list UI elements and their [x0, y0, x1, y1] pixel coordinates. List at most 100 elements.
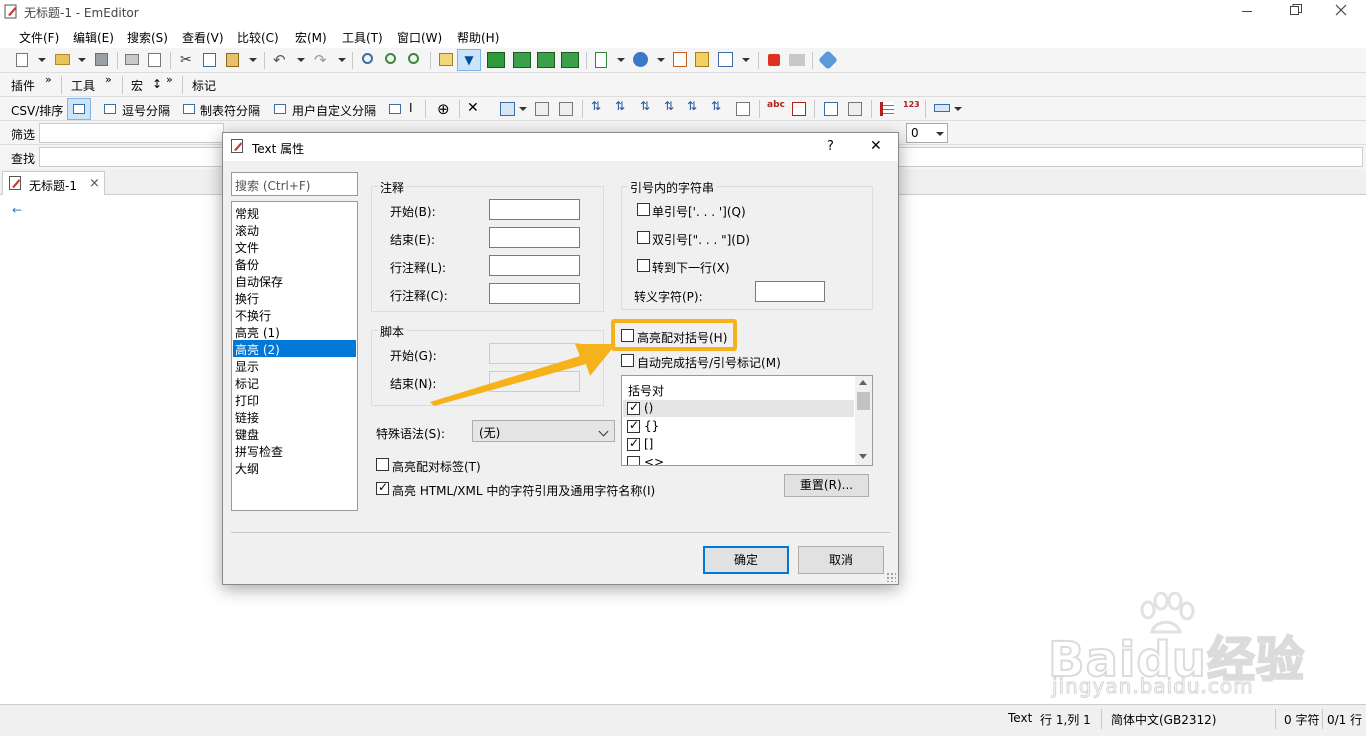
copy-icon[interactable] [203, 53, 216, 67]
view-sync-icon[interactable] [561, 52, 579, 68]
globe-icon[interactable] [633, 52, 648, 67]
cancel-button[interactable]: 取消 [798, 546, 884, 574]
close-icon[interactable] [1335, 4, 1347, 16]
category-item-print[interactable]: 打印 [233, 391, 356, 408]
outline-expand-icon[interactable] [848, 102, 862, 116]
chevron-down-icon[interactable] [338, 58, 346, 62]
tab-untitled-1[interactable]: 无标题-1 × [2, 171, 105, 195]
run-macro-icon[interactable] [789, 54, 805, 66]
category-item-highlight-2[interactable]: 高亮 (2) [233, 340, 356, 357]
spell-table-icon[interactable] [792, 102, 806, 116]
status-type[interactable]: Text [1008, 711, 1032, 725]
reset-button[interactable]: 重置(R)... [784, 474, 869, 497]
redo-icon[interactable]: ↷ [314, 51, 327, 69]
sort-num-icon[interactable]: ⇅ [640, 99, 650, 113]
category-item-general[interactable]: 常规 [233, 204, 356, 221]
overflow-icon[interactable]: » [45, 73, 52, 86]
view-layout-icon[interactable] [513, 52, 531, 68]
comment-begin-input[interactable] [489, 199, 580, 220]
comment-end-input[interactable] [489, 227, 580, 248]
user-separated-button[interactable]: 用户自定义分隔 [292, 102, 376, 119]
outline-icon[interactable] [824, 102, 838, 116]
line-comment-2-input[interactable] [489, 283, 580, 304]
spellcheck-icon[interactable]: abc [767, 100, 785, 110]
chevron-down-icon[interactable] [657, 58, 665, 62]
chevron-down-icon[interactable] [519, 107, 527, 111]
list-scrollbar[interactable] [855, 376, 872, 465]
cut-icon[interactable]: ✂ [180, 52, 192, 68]
find-prev-icon[interactable] [408, 53, 419, 64]
find-input[interactable] [39, 147, 224, 167]
next-line-checkbox[interactable] [637, 259, 650, 272]
filter-input[interactable] [39, 123, 224, 143]
category-item-marks[interactable]: 标记 [233, 374, 356, 391]
category-search-input[interactable]: 搜索 (Ctrl+F) [231, 172, 358, 196]
dialog-close-icon[interactable]: ✕ [870, 138, 882, 154]
ok-button[interactable]: 确定 [703, 546, 789, 574]
columns-icon[interactable] [500, 102, 515, 116]
status-position[interactable]: 行 1,列 1 [1040, 711, 1091, 728]
category-item-nowrap[interactable]: 不换行 [233, 306, 356, 323]
category-item-outline[interactable]: 大纲 [233, 459, 356, 476]
menu-view[interactable]: 查看(V) [182, 29, 224, 46]
list-item[interactable]: () [623, 400, 854, 417]
menu-edit[interactable]: 编辑(E) [73, 29, 114, 46]
help-icon[interactable]: ? [827, 139, 834, 154]
category-item-scroll[interactable]: 滚动 [233, 221, 356, 238]
tab-close-icon[interactable]: × [89, 176, 100, 191]
insert-column-icon[interactable]: ⊕ [437, 100, 450, 118]
category-item-links[interactable]: 链接 [233, 408, 356, 425]
special-syntax-select[interactable]: (无) [472, 420, 615, 442]
line-comment-1-input[interactable] [489, 255, 580, 276]
chevron-down-icon[interactable] [617, 58, 625, 62]
plugin-tool-icon[interactable] [818, 50, 838, 70]
overflow-icon[interactable]: » [105, 73, 112, 86]
list-item[interactable]: {} [623, 418, 854, 435]
record-macro-icon[interactable] [768, 54, 780, 66]
align-icon[interactable] [559, 102, 573, 116]
scroll-up-icon[interactable] [859, 380, 867, 385]
sort-asc-icon[interactable]: ⇅ [591, 99, 601, 113]
sort-lines-icon[interactable]: ⇅ [711, 99, 721, 113]
marks-toolbar-label[interactable]: 标记 [192, 77, 216, 94]
sort-desc-icon[interactable]: ⇅ [615, 99, 625, 113]
ruler-icon[interactable] [934, 104, 950, 112]
macro-toolbar-label[interactable]: 宏 [131, 77, 143, 94]
menu-tools[interactable]: 工具(T) [342, 29, 383, 46]
resize-grip-icon[interactable] [886, 572, 896, 582]
double-quote-checkbox[interactable] [637, 231, 650, 244]
chevron-down-icon[interactable] [954, 107, 962, 111]
print-icon[interactable] [125, 54, 139, 65]
restore-icon[interactable] [1290, 4, 1302, 16]
open-folder-icon[interactable] [55, 54, 70, 65]
view-line-icon[interactable] [487, 52, 505, 68]
sort-num-desc-icon[interactable]: ⇅ [664, 99, 674, 113]
comma-separated-button[interactable]: 逗号分隔 [122, 102, 170, 119]
category-item-autosave[interactable]: 自动保存 [233, 272, 356, 289]
bracket-checkbox[interactable] [627, 456, 640, 465]
status-encoding[interactable]: 简体中文(GB2312) [1111, 711, 1216, 728]
table-icon[interactable] [73, 104, 85, 114]
menu-macro[interactable]: 宏(M) [295, 29, 327, 46]
chevron-down-icon[interactable] [78, 58, 86, 62]
align-icon[interactable] [535, 102, 549, 116]
save-icon[interactable] [95, 53, 108, 66]
tools-cross-icon[interactable]: ✕ [467, 100, 479, 116]
sort-length-icon[interactable]: ⇅ [687, 99, 697, 113]
bracket-checkbox[interactable] [627, 418, 640, 433]
sort-reverse-icon[interactable] [736, 102, 750, 116]
undo-icon[interactable]: ↶ [273, 51, 286, 69]
menu-file[interactable]: 文件(F) [19, 29, 59, 46]
tab-separated-button[interactable]: 制表符分隔 [200, 102, 260, 119]
chevron-down-icon[interactable] [742, 58, 750, 62]
category-item-keyboard[interactable]: 键盘 [233, 425, 356, 442]
find-icon[interactable] [362, 53, 373, 64]
document-icon[interactable] [595, 52, 607, 68]
list-item[interactable]: [] [623, 436, 854, 453]
category-item-highlight-1[interactable]: 高亮 (1) [233, 323, 356, 340]
find-in-files-icon[interactable] [439, 53, 453, 66]
new-file-icon[interactable] [16, 53, 28, 67]
view-refresh-icon[interactable] [537, 52, 555, 68]
highlight-tags-checkbox[interactable] [376, 458, 389, 471]
paste-icon[interactable] [226, 53, 239, 67]
